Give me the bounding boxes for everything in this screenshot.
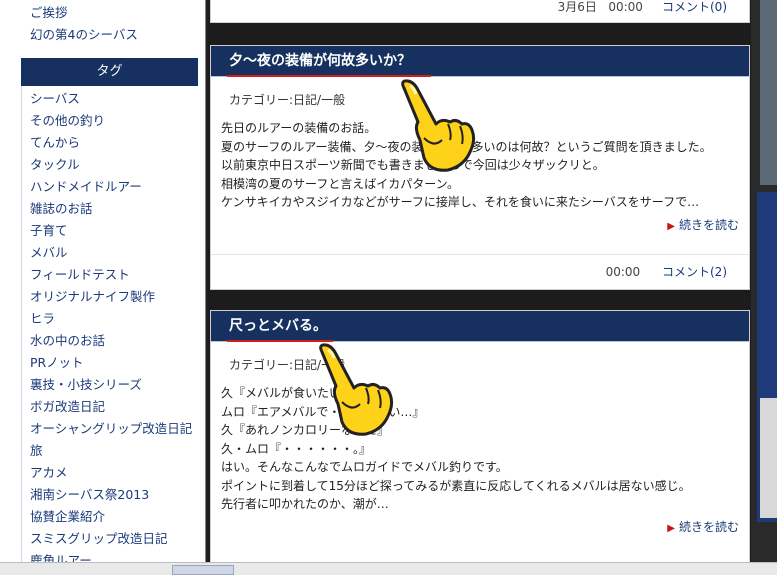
post-line: 久『あれノンカロリーなんだ』 bbox=[221, 423, 390, 437]
tag-item[interactable]: ボガ改造日記 bbox=[0, 396, 205, 418]
tag-item[interactable]: 水の中のお話 bbox=[0, 330, 205, 352]
previous-post-footer: 3月6日 00:00 コメント(0) bbox=[210, 0, 750, 23]
read-more-link[interactable]: ▶ 続きを読む bbox=[211, 514, 749, 535]
right-edge-image bbox=[760, 0, 777, 185]
post-title[interactable]: 夕～夜の装備が何故多いか？ bbox=[211, 46, 749, 77]
post-comment-link[interactable]: コメント(2) bbox=[662, 265, 727, 279]
horizontal-scrollbar[interactable] bbox=[0, 562, 777, 575]
tag-item[interactable]: スミスグリップ改造日記 bbox=[0, 528, 205, 550]
tag-item[interactable]: 裏技・小技シリーズ bbox=[0, 374, 205, 396]
title-underline bbox=[227, 75, 431, 77]
post-footer: 00:00 コメント(2) bbox=[211, 254, 749, 289]
pointing-hand-icon bbox=[319, 343, 394, 436]
post-line: 相模湾の夏のサーフと言えばイカパターン。 bbox=[221, 176, 459, 191]
post-line: ケンサキイカやスジイカなどがサーフに接岸し、それを食いに来たシーバスをサーフで… bbox=[221, 195, 700, 209]
post-line: はい。そんなこんなでムロガイドでメバル釣りです。 bbox=[221, 460, 508, 474]
tag-item[interactable]: てんから bbox=[0, 132, 205, 154]
post-body: 久『メバルが食いたい・・・』 ムロ『エアメバルで・・・・・い…』 久『あれノンカ… bbox=[211, 374, 749, 514]
triangle-right-icon: ▶ bbox=[667, 522, 675, 534]
post-line: ポイントに到着して15分ほど探ってみるが素直に反応してくれるメバルは居ない感じ。 bbox=[221, 478, 691, 493]
tag-item[interactable]: PRノット bbox=[0, 352, 205, 374]
tag-item[interactable]: 協賛企業紹介 bbox=[0, 506, 205, 528]
tag-header: タグ bbox=[21, 58, 198, 86]
read-more-label: 続きを読む bbox=[678, 217, 739, 232]
post-body: 先日のルアーの装備のお話。 夏のサーフのルアー装備、夕～夜の装備が少し多いのは何… bbox=[211, 109, 749, 212]
main-content: 3月6日 00:00 コメント(0) 夕～夜の装備が何故多いか？ カテゴリー:日… bbox=[208, 0, 751, 574]
tag-item[interactable]: その他の釣り bbox=[0, 110, 205, 132]
tag-item[interactable]: タックル bbox=[0, 154, 205, 176]
tag-item[interactable]: 子育て bbox=[0, 220, 205, 242]
post-line: 夏のサーフのルアー装備、夕～夜の装備が少し多いのは何故？というご質問を頂きました… bbox=[221, 138, 739, 157]
tag-item[interactable]: 湘南シーバス祭2013 bbox=[0, 484, 205, 506]
sidebar-link-fourth-seabass[interactable]: 幻の第4のシーバス bbox=[0, 24, 205, 46]
tag-item[interactable]: アカメ bbox=[0, 462, 205, 484]
prev-post-comment-link[interactable]: コメント(0) bbox=[662, 0, 727, 14]
post-category: カテゴリー:日記/一般 bbox=[229, 93, 346, 107]
post-category: カテゴリー:日記/一般 bbox=[229, 358, 346, 372]
blog-post: 尺っとメバる。 カテゴリー:日記/一般 久『メバルが食いたい・・・』 ムロ『エア… bbox=[210, 310, 750, 574]
post-line: 久『メバルが食いたい・・・』 bbox=[221, 386, 390, 400]
tag-item[interactable]: シーバス bbox=[0, 88, 205, 110]
tag-item[interactable]: 雑誌のお話 bbox=[0, 198, 205, 220]
tag-item[interactable]: メバル bbox=[0, 242, 205, 264]
post-line: 先行者に叩かれたのか、潮が… bbox=[221, 497, 389, 511]
blog-post: 夕～夜の装備が何故多いか？ カテゴリー:日記/一般 先日のルアーの装備のお話。 … bbox=[210, 45, 750, 290]
tag-item[interactable]: オーシャングリップ改造日記 bbox=[0, 418, 205, 440]
post-line: 以前東京中日スポーツ新聞でも書きましたので今回は少々ザックリと。 bbox=[221, 158, 605, 172]
post-line: 久・ムロ『・・・・・・。』 bbox=[221, 441, 372, 456]
sidebar-top-links: ご挨拶 幻の第4のシーバス bbox=[0, 2, 205, 46]
post-time: 00:00 bbox=[605, 265, 641, 279]
triangle-right-icon: ▶ bbox=[667, 220, 675, 232]
read-more-link[interactable]: ▶ 続きを読む bbox=[211, 212, 749, 233]
tag-list: シーバス その他の釣り てんから タックル ハンドメイドルアー 雑誌のお話 子育… bbox=[0, 88, 205, 572]
right-edge-image bbox=[760, 398, 777, 518]
post-title[interactable]: 尺っとメバる。 bbox=[211, 311, 749, 342]
pointing-hand-icon bbox=[401, 79, 476, 172]
post-line: ムロ『エアメバルで・・・・・い…』 bbox=[221, 404, 425, 419]
tag-item[interactable]: ハンドメイドルアー bbox=[0, 176, 205, 198]
prev-post-date: 3月6日 bbox=[557, 0, 597, 14]
tag-item[interactable]: 旅 bbox=[0, 440, 205, 462]
sidebar: ご挨拶 幻の第4のシーバス タグ シーバス その他の釣り てんから タックル ハ… bbox=[0, 0, 206, 574]
read-more-label: 続きを読む bbox=[678, 519, 739, 534]
tag-item[interactable]: フィールドテスト bbox=[0, 264, 205, 286]
tag-item[interactable]: オリジナルナイフ製作 bbox=[0, 286, 205, 308]
sidebar-link-greeting[interactable]: ご挨拶 bbox=[0, 2, 205, 24]
prev-post-time: 00:00 bbox=[608, 0, 643, 14]
post-line: 先日のルアーの装備のお話。 bbox=[221, 121, 377, 135]
tag-item[interactable]: ヒラ bbox=[0, 308, 205, 330]
